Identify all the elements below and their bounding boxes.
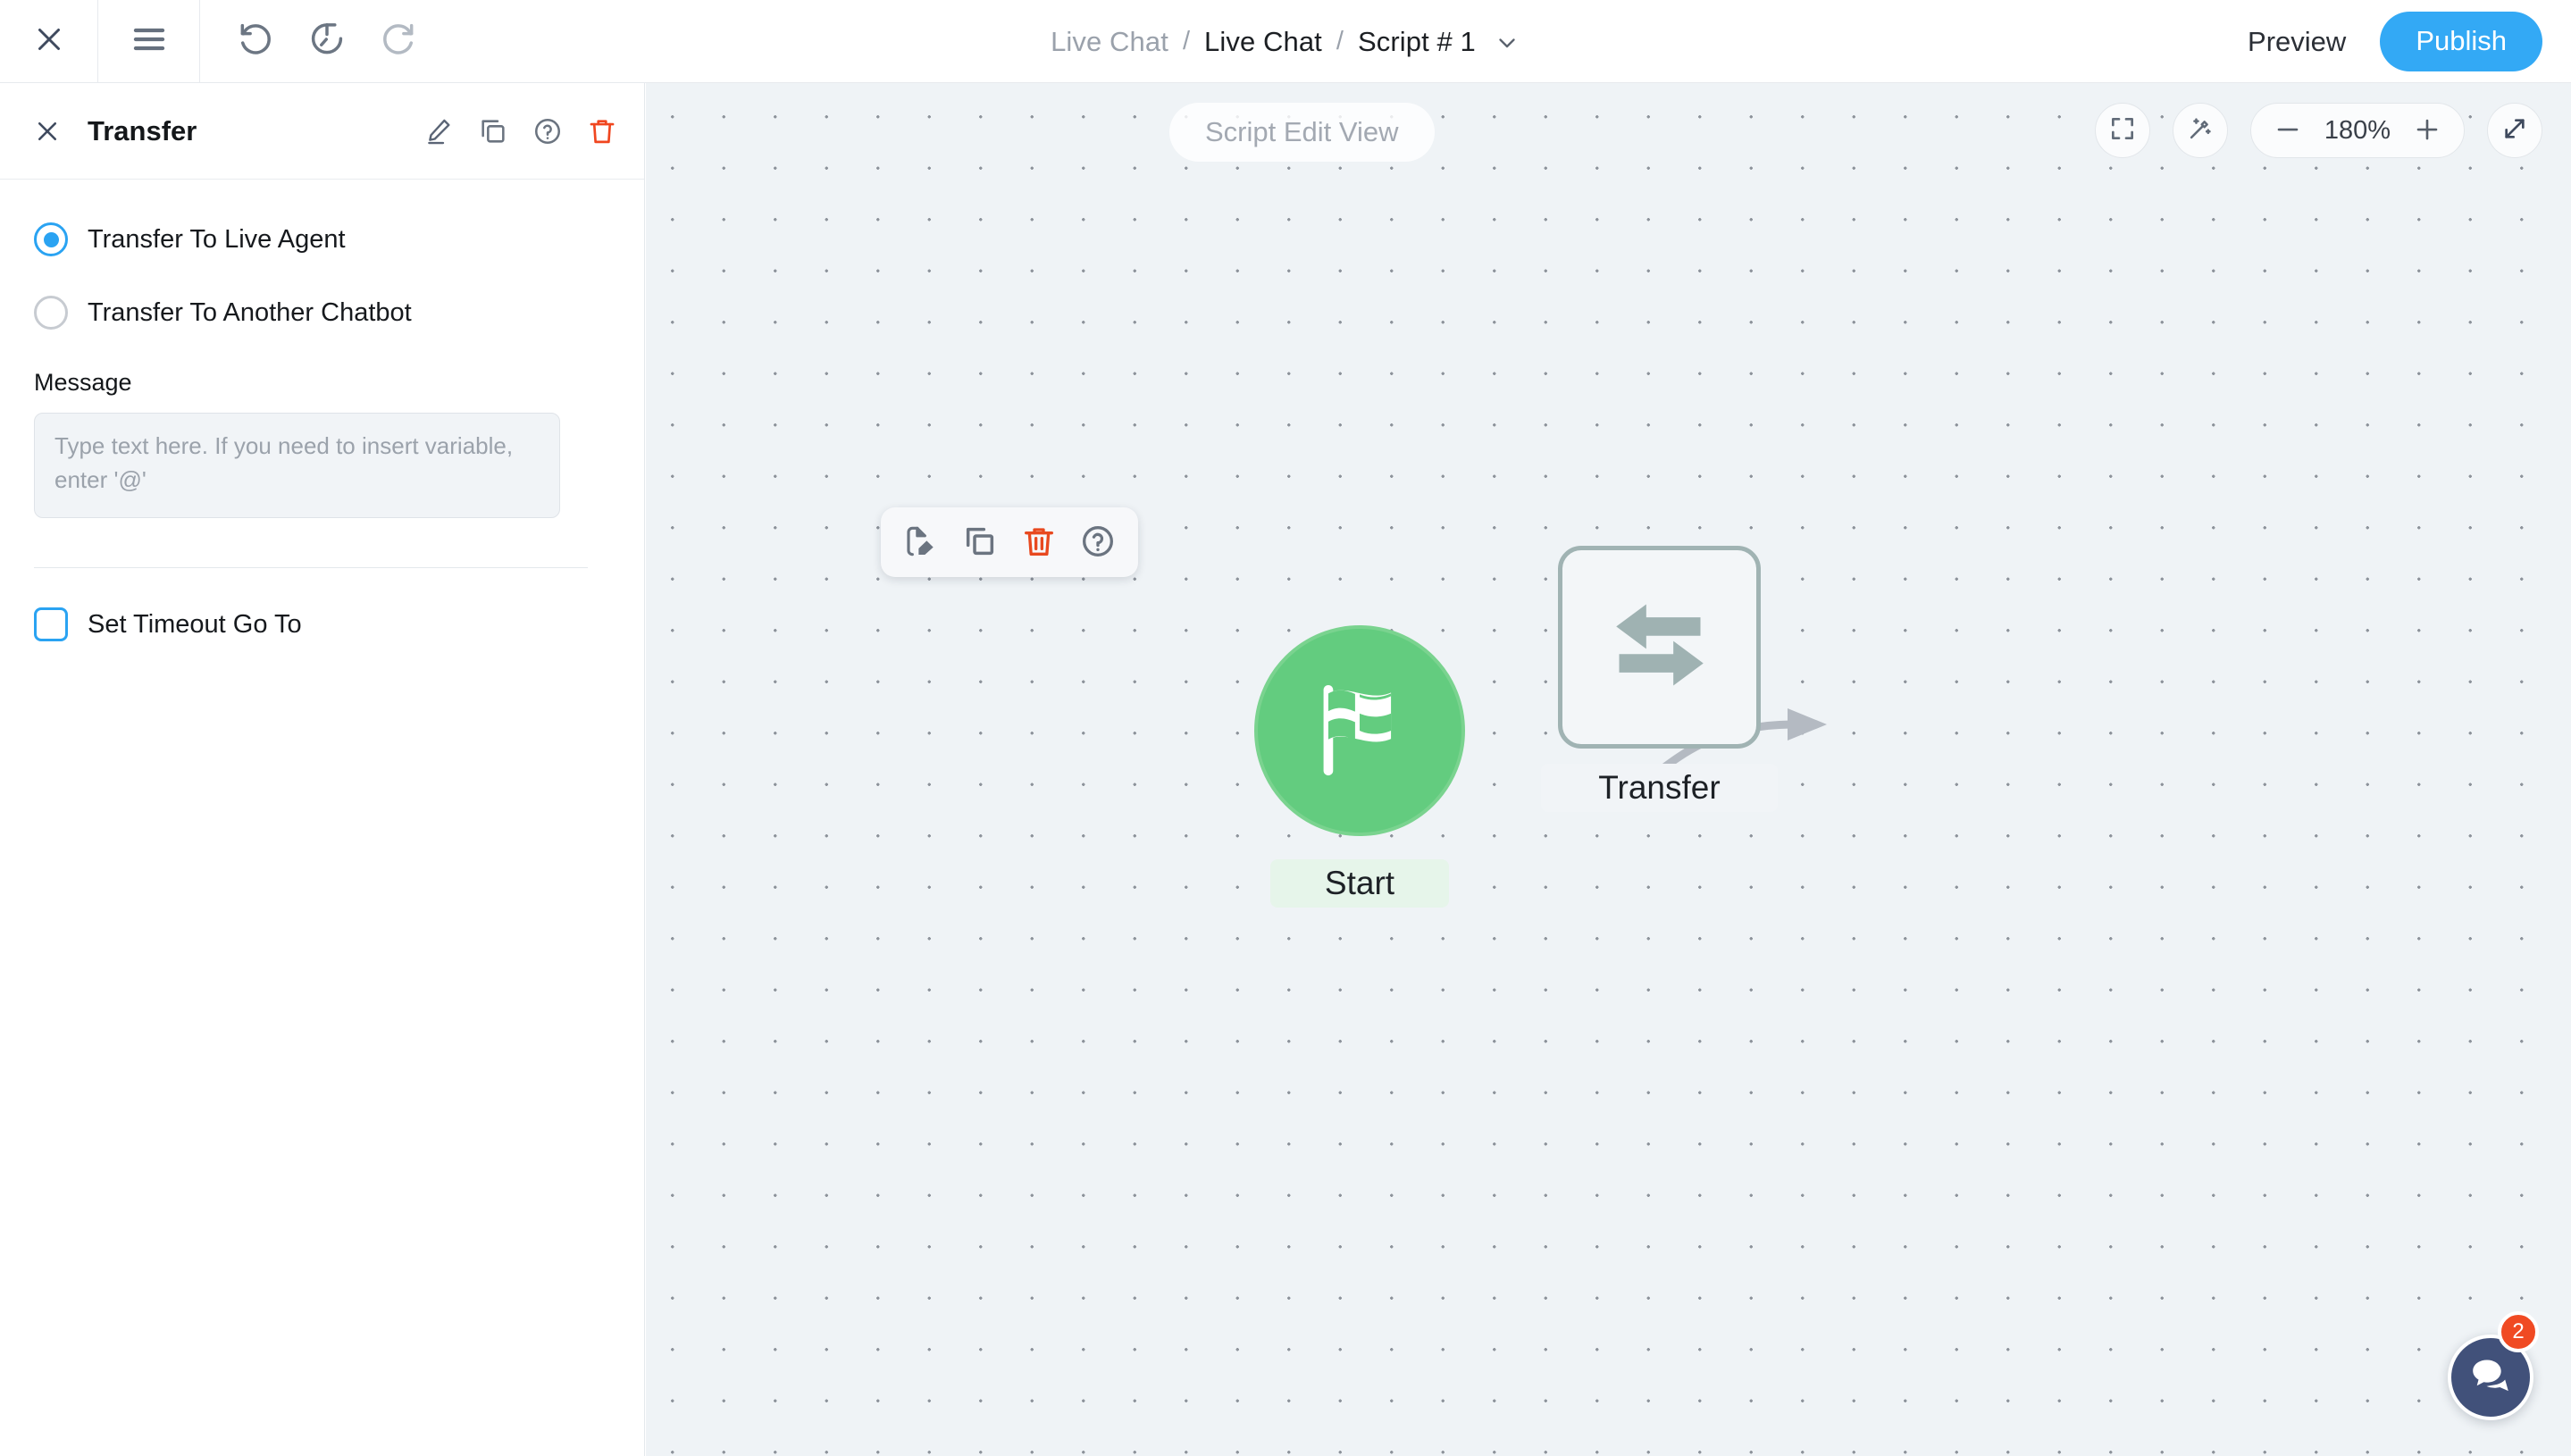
canvas-toolbar: 180% <box>2095 103 2542 158</box>
fit-to-screen-icon <box>2108 114 2137 147</box>
edit-node-icon <box>903 523 939 562</box>
zoom-control: 180% <box>2250 103 2465 158</box>
close-editor-button[interactable] <box>0 0 98 83</box>
edit-icon[interactable] <box>423 116 454 146</box>
radio-another-chatbot[interactable] <box>34 296 68 330</box>
radio-live-agent[interactable] <box>34 222 68 256</box>
option-transfer-to-another-chatbot[interactable]: Transfer To Another Chatbot <box>34 296 610 330</box>
undo-icon[interactable] <box>236 20 275 63</box>
message-label: Message <box>34 369 132 396</box>
section-divider <box>34 567 588 568</box>
message-input[interactable] <box>34 413 560 518</box>
help-node-icon <box>1080 523 1116 562</box>
panel-close-button[interactable] <box>34 118 61 145</box>
auto-layout-button[interactable] <box>2173 103 2228 158</box>
history-controls <box>200 20 418 63</box>
zoom-level-value: 180% <box>2324 115 2391 145</box>
node-start[interactable] <box>1254 625 1465 836</box>
node-transfer[interactable] <box>1558 546 1761 749</box>
node-settings-panel: Transfer Transfer To Live Agent Transfer… <box>0 83 645 1456</box>
top-bar: Live Chat / Live Chat / Script # 1 Previ… <box>0 0 2571 83</box>
chat-unread-badge: 2 <box>2498 1311 2539 1352</box>
menu-button[interactable] <box>98 0 200 83</box>
plus-icon <box>2414 116 2441 146</box>
zoom-in-button[interactable] <box>2410 116 2444 146</box>
node-context-toolbar <box>881 507 1138 577</box>
timeout-checkbox[interactable] <box>34 607 68 641</box>
duplicate-icon[interactable] <box>478 116 508 146</box>
panel-actions <box>423 116 617 146</box>
panel-body: Transfer To Live Agent Transfer To Anoth… <box>0 180 644 641</box>
preview-button[interactable]: Preview <box>2244 21 2349 63</box>
panel-title: Transfer <box>88 114 197 146</box>
breadcrumb-separator: / <box>1336 27 1344 55</box>
edit-node-button[interactable] <box>897 518 945 566</box>
option-label: Transfer To Live Agent <box>88 224 346 254</box>
node-start-label: Start <box>1270 859 1449 908</box>
chat-bubbles-icon <box>2466 1351 2515 1404</box>
help-icon[interactable] <box>532 116 563 146</box>
transfer-arrows-icon <box>1602 587 1718 707</box>
set-timeout-go-to-row[interactable]: Set Timeout Go To <box>34 607 610 641</box>
delete-icon[interactable] <box>587 116 617 146</box>
script-edit-view-badge: Script Edit View <box>1169 103 1435 162</box>
breadcrumb-item-2[interactable]: Script # 1 <box>1358 26 1476 58</box>
top-bar-actions: Preview Publish <box>2244 0 2542 83</box>
panel-header: Transfer <box>0 83 644 180</box>
flow-canvas[interactable]: Script Edit View 180% Start Transfer 2 <box>646 83 2571 1456</box>
fit-to-screen-button[interactable] <box>2095 103 2150 158</box>
help-node-button[interactable] <box>1074 518 1122 566</box>
publish-button[interactable]: Publish <box>2380 12 2542 71</box>
magic-wand-icon <box>2186 114 2215 147</box>
option-transfer-to-live-agent[interactable]: Transfer To Live Agent <box>34 222 610 256</box>
breadcrumb-item-1[interactable]: Live Chat <box>1204 26 1322 58</box>
history-restore-icon[interactable] <box>307 20 347 63</box>
minus-icon <box>2274 116 2301 146</box>
breadcrumb-separator: / <box>1182 27 1191 55</box>
breadcrumb-item-0[interactable]: Live Chat <box>1051 26 1168 58</box>
redo-icon[interactable] <box>379 20 418 63</box>
duplicate-node-icon <box>962 523 998 562</box>
checkered-flag-icon <box>1305 674 1414 788</box>
chevron-down-icon[interactable] <box>1494 29 1520 55</box>
timeout-label: Set Timeout Go To <box>88 609 302 639</box>
delete-node-button[interactable] <box>1015 518 1063 566</box>
option-label: Transfer To Another Chatbot <box>88 297 412 327</box>
expand-diagonal-icon <box>2500 114 2529 147</box>
expand-button[interactable] <box>2487 103 2542 158</box>
zoom-out-button[interactable] <box>2271 116 2305 146</box>
duplicate-node-button[interactable] <box>956 518 1004 566</box>
hamburger-menu-icon <box>131 24 167 59</box>
node-transfer-label: Transfer <box>1541 764 1778 812</box>
close-icon <box>33 23 65 60</box>
delete-node-icon <box>1021 523 1057 562</box>
